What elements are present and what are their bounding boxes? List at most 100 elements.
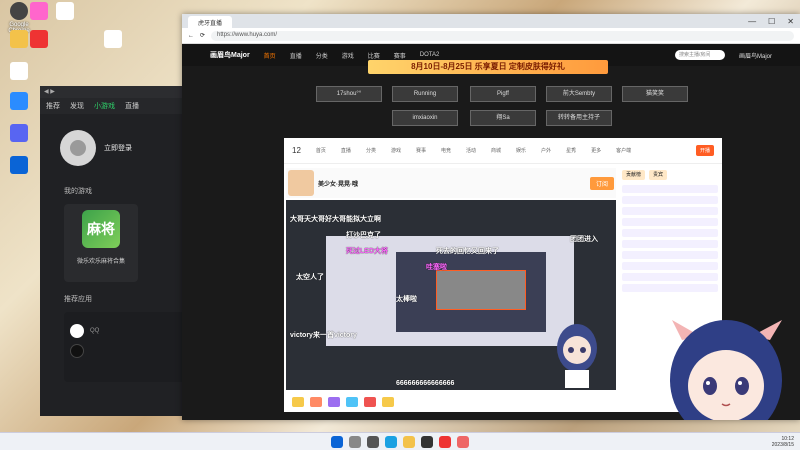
- nav-item[interactable]: 直播: [125, 101, 139, 111]
- search-input[interactable]: 搜索主播/房间: [674, 50, 725, 60]
- list-item[interactable]: [622, 207, 718, 215]
- login-label[interactable]: 立即登录: [104, 143, 132, 153]
- game-card[interactable]: 麻将 微乐欢乐麻将合集: [64, 204, 138, 282]
- streamer-avatar[interactable]: [288, 170, 314, 196]
- toolbar-item[interactable]: 电竞: [441, 147, 451, 154]
- follow-button[interactable]: 订阅: [589, 176, 614, 190]
- qq-icon: [70, 324, 84, 338]
- gift-icon[interactable]: [364, 397, 376, 407]
- file-icon[interactable]: [96, 30, 130, 50]
- room-button[interactable]: Running: [392, 86, 458, 102]
- refresh-icon[interactable]: ⟳: [200, 32, 205, 39]
- toolbar-item[interactable]: 户外: [541, 147, 551, 154]
- list-item[interactable]: [622, 251, 718, 259]
- danmaku: 666666666666666: [396, 380, 455, 387]
- streamer-title[interactable]: 美少女·晃晃·哦: [318, 179, 358, 188]
- browser-tab[interactable]: 虎牙直播: [188, 16, 233, 28]
- app-icon[interactable]: [457, 435, 469, 448]
- toolbar-item[interactable]: 游戏: [391, 147, 401, 154]
- gift-icon[interactable]: [328, 397, 340, 407]
- list-item[interactable]: [622, 273, 718, 281]
- danmaku: 大哥天大哥好大哥能拟大立啊: [290, 216, 381, 223]
- system-clock[interactable]: 10:12 2023/8/15: [772, 436, 794, 448]
- close-icon[interactable]: ✕: [787, 17, 794, 26]
- list-item[interactable]: [622, 218, 718, 226]
- search-icon[interactable]: [349, 435, 361, 448]
- danmaku: 哇塞啦: [426, 264, 447, 271]
- toolbar-item[interactable]: 直播: [341, 147, 351, 154]
- gift-icon[interactable]: [292, 397, 304, 407]
- tab-strip: 虎牙直播 — ☐ ✕: [182, 14, 800, 28]
- gift-icon[interactable]: [310, 397, 322, 407]
- list-item[interactable]: [622, 262, 718, 270]
- toolbar-item[interactable]: 星秀: [566, 147, 576, 154]
- open-stream-button[interactable]: 开播: [695, 145, 714, 156]
- danmaku: 太棒啦: [396, 296, 417, 303]
- user-name[interactable]: 画眉鸟Major: [739, 51, 772, 60]
- toolbar-item[interactable]: 赛事: [416, 147, 426, 154]
- danmaku: 太空人了: [296, 274, 324, 281]
- nav-item[interactable]: 发现: [70, 101, 84, 111]
- site-nav-item[interactable]: DOTA2: [420, 52, 440, 58]
- list-item[interactable]: [622, 185, 718, 193]
- task-view-icon[interactable]: [367, 435, 379, 448]
- toolbar-item[interactable]: 客户端: [616, 147, 631, 154]
- toolbar-item[interactable]: 商城: [491, 147, 501, 154]
- explorer-icon[interactable]: [403, 435, 415, 448]
- site-nav-item[interactable]: 直播: [290, 51, 302, 60]
- room-button[interactable]: 翔Sa: [470, 110, 536, 126]
- room-button[interactable]: 转转备用主持子: [546, 110, 612, 126]
- event-banner[interactable]: 8月10日-8月25日 乐享夏日 定制皮肤得好礼: [368, 60, 608, 74]
- url-input[interactable]: https://www.huya.com/: [211, 30, 794, 41]
- site-nav-item[interactable]: 赛事: [394, 51, 406, 60]
- edge-icon[interactable]: [385, 435, 397, 448]
- room-button[interactable]: Pigff: [470, 86, 536, 102]
- room-button[interactable]: 猫笑笑: [622, 86, 688, 102]
- browser-window: 虎牙直播 — ☐ ✕ ← ⟳ https://www.huya.com/ 画眉鸟…: [182, 14, 800, 420]
- gift-icon[interactable]: [346, 397, 358, 407]
- gift-icon[interactable]: [382, 397, 394, 407]
- nested-screen: [436, 270, 526, 310]
- minimize-icon[interactable]: —: [748, 17, 756, 26]
- danmaku: victory来一首victory: [290, 332, 357, 339]
- back-icon[interactable]: ←: [188, 33, 194, 39]
- game-tile-icon: 麻将: [82, 210, 120, 248]
- site-nav-item[interactable]: 比赛: [368, 51, 380, 60]
- address-bar: ← ⟳ https://www.huya.com/: [182, 28, 800, 44]
- toolbar-item[interactable]: 首页: [316, 147, 326, 154]
- toolbar-item[interactable]: 分类: [366, 147, 376, 154]
- vtuber-avatar-small: [557, 324, 597, 388]
- discord-icon[interactable]: [2, 124, 36, 144]
- list-item[interactable]: QQ: [70, 324, 190, 338]
- nav-item[interactable]: 小游戏: [94, 101, 115, 111]
- site-nav-item[interactable]: 游戏: [342, 51, 354, 60]
- file-icon[interactable]: [48, 2, 82, 22]
- app-icon[interactable]: [2, 62, 36, 82]
- toolbar-item[interactable]: 更多: [591, 147, 601, 154]
- avatar[interactable]: [60, 130, 96, 166]
- start-icon[interactable]: [331, 435, 343, 448]
- maximize-icon[interactable]: ☐: [768, 17, 775, 26]
- nav-item[interactable]: 推荐: [46, 101, 60, 111]
- site-nav-item[interactable]: 首页: [264, 51, 276, 60]
- room-button[interactable]: imxiaoxin: [392, 110, 458, 126]
- app-icon[interactable]: [439, 435, 451, 448]
- sidebar-tab[interactable]: 贡献榜: [622, 170, 646, 180]
- list-item[interactable]: [622, 229, 718, 237]
- room-button[interactable]: 17shou°°: [316, 86, 382, 102]
- list-item[interactable]: [622, 196, 718, 204]
- game-icon[interactable]: [22, 30, 56, 50]
- qq-icon[interactable]: [2, 92, 36, 112]
- toolbar-item[interactable]: 活动: [466, 147, 476, 154]
- game-name: 微乐欢乐麻将合集: [76, 259, 125, 265]
- toolbar-item[interactable]: 娱乐: [516, 147, 526, 154]
- store-icon[interactable]: [421, 435, 433, 448]
- list-item[interactable]: [70, 344, 190, 358]
- room-button[interactable]: 前大Sembty: [546, 86, 612, 102]
- site-logo[interactable]: 画眉鸟Major: [210, 50, 250, 60]
- sidebar-tab[interactable]: 贵宾: [649, 170, 668, 180]
- site-nav-item[interactable]: 分类: [316, 51, 328, 60]
- outlook-icon[interactable]: [2, 156, 36, 176]
- list-item[interactable]: [622, 284, 718, 292]
- list-item[interactable]: [622, 240, 718, 248]
